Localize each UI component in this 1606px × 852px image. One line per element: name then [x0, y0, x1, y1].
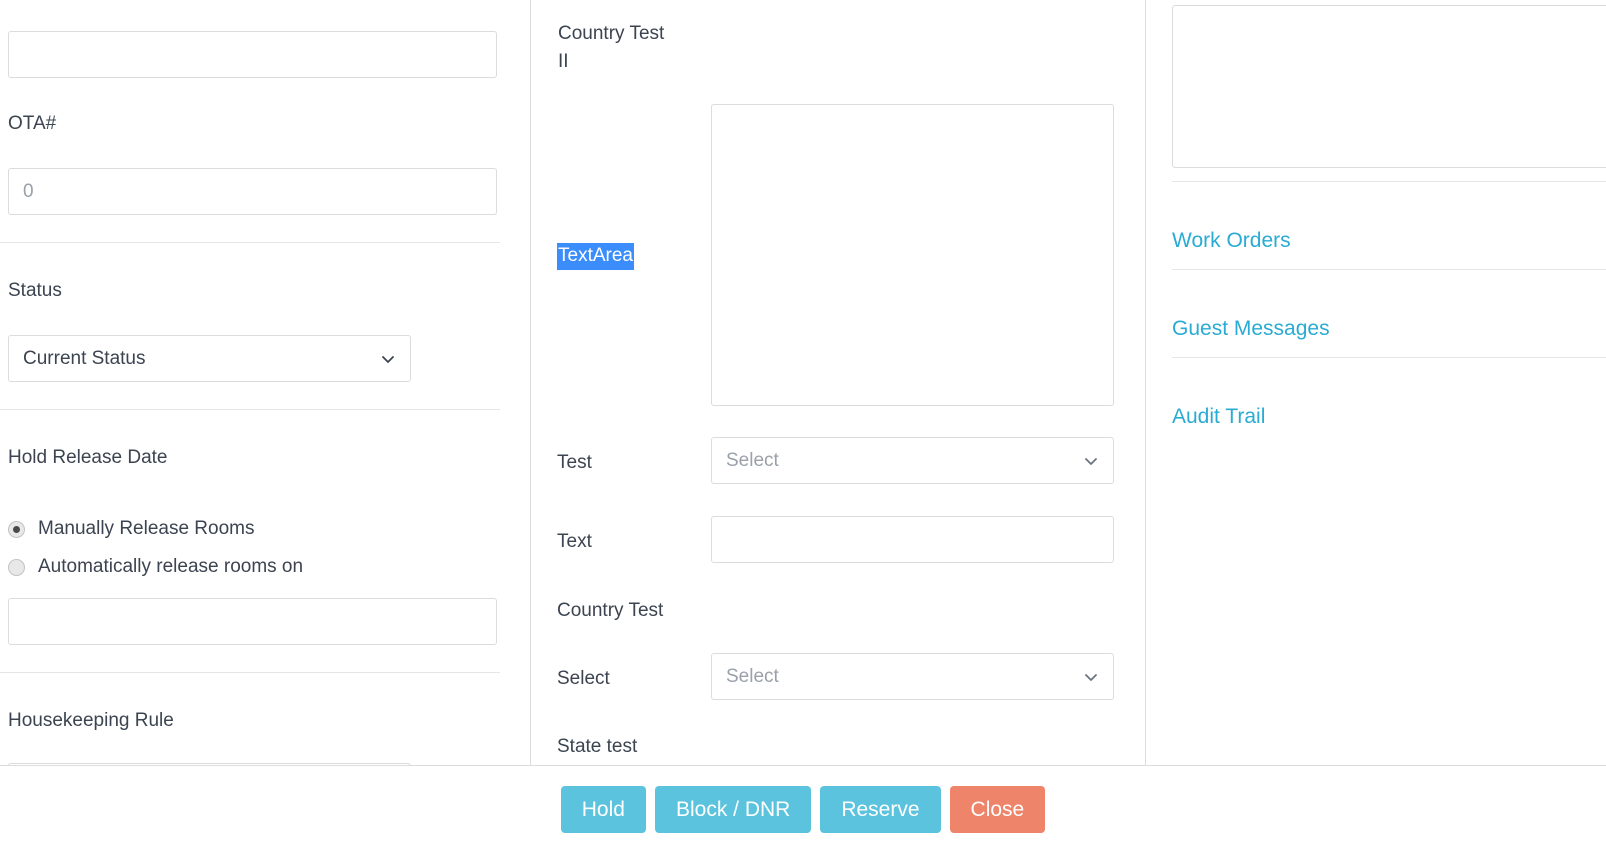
status-label: Status: [8, 280, 62, 301]
test-select-value: Select: [726, 449, 779, 471]
top-text-input[interactable]: [8, 31, 497, 78]
left-form-column: OTA# 0 Status Current Status Hold Releas…: [0, 0, 530, 765]
radio-automatically-release-rooms[interactable]: Automatically release rooms on: [8, 556, 303, 578]
generic-select-value: Select: [726, 665, 779, 687]
radio-manually-release-rooms-label: Manually Release Rooms: [38, 518, 255, 539]
state-test-label: State test: [557, 736, 638, 757]
status-select-value: Current Status: [23, 347, 146, 369]
notes-box[interactable]: [1172, 5, 1606, 168]
ota-number-input[interactable]: 0: [8, 168, 497, 215]
middle-form-column: Country Test II TextArea Test Select Tex…: [531, 0, 1145, 765]
divider-2: [0, 409, 500, 410]
chevron-down-icon: [380, 351, 396, 367]
select-field-label: Select: [557, 668, 610, 689]
housekeeping-rule-label: Housekeeping Rule: [8, 710, 174, 731]
radio-automatically-release-rooms-label: Automatically release rooms on: [38, 556, 304, 577]
textarea-label: TextArea: [557, 243, 634, 270]
generic-select[interactable]: Select: [711, 653, 1114, 700]
test-label: Test: [557, 452, 592, 473]
reserve-button[interactable]: Reserve: [820, 785, 941, 833]
status-select[interactable]: Current Status: [8, 335, 411, 382]
sidebar-item-guest-messages[interactable]: Guest Messages: [1172, 316, 1330, 342]
ota-number-label: OTA#: [8, 113, 57, 134]
radio-button-icon[interactable]: [8, 520, 25, 538]
divider-1: [0, 242, 500, 243]
hold-button[interactable]: Hold: [560, 785, 646, 833]
test-select[interactable]: Select: [711, 437, 1114, 484]
chevron-down-icon: [1083, 669, 1099, 685]
divider-3: [0, 672, 500, 673]
notes-textarea[interactable]: [711, 104, 1114, 406]
reservation-detail-screen: OTA# 0 Status Current Status Hold Releas…: [0, 0, 1606, 852]
text-label: Text: [557, 531, 592, 552]
sidebar-item-work-orders[interactable]: Work Orders: [1172, 228, 1291, 254]
form-body: OTA# 0 Status Current Status Hold Releas…: [0, 0, 1606, 765]
close-button[interactable]: Close: [949, 785, 1046, 833]
sidebar-divider-2: [1172, 269, 1606, 270]
chevron-down-icon: [1083, 453, 1099, 469]
right-sidebar-column: Work Orders Guest Messages Audit Trail: [1146, 0, 1606, 765]
action-button-bar: Hold Block / DNR Reserve Close: [0, 766, 1606, 852]
sidebar-item-audit-trail[interactable]: Audit Trail: [1172, 404, 1265, 430]
radio-button-icon[interactable]: [8, 558, 25, 576]
block-dnr-button[interactable]: Block / DNR: [654, 785, 812, 833]
sidebar-divider-3: [1172, 357, 1606, 358]
country-test-label: Country Test: [557, 600, 664, 621]
text-input[interactable]: [711, 516, 1114, 563]
country-test-two-label: Country Test II: [558, 23, 665, 72]
radio-manually-release-rooms[interactable]: Manually Release Rooms: [8, 518, 255, 540]
sidebar-divider-1: [1172, 181, 1606, 182]
hold-release-date-label: Hold Release Date: [8, 447, 168, 468]
release-date-input[interactable]: [8, 598, 497, 645]
